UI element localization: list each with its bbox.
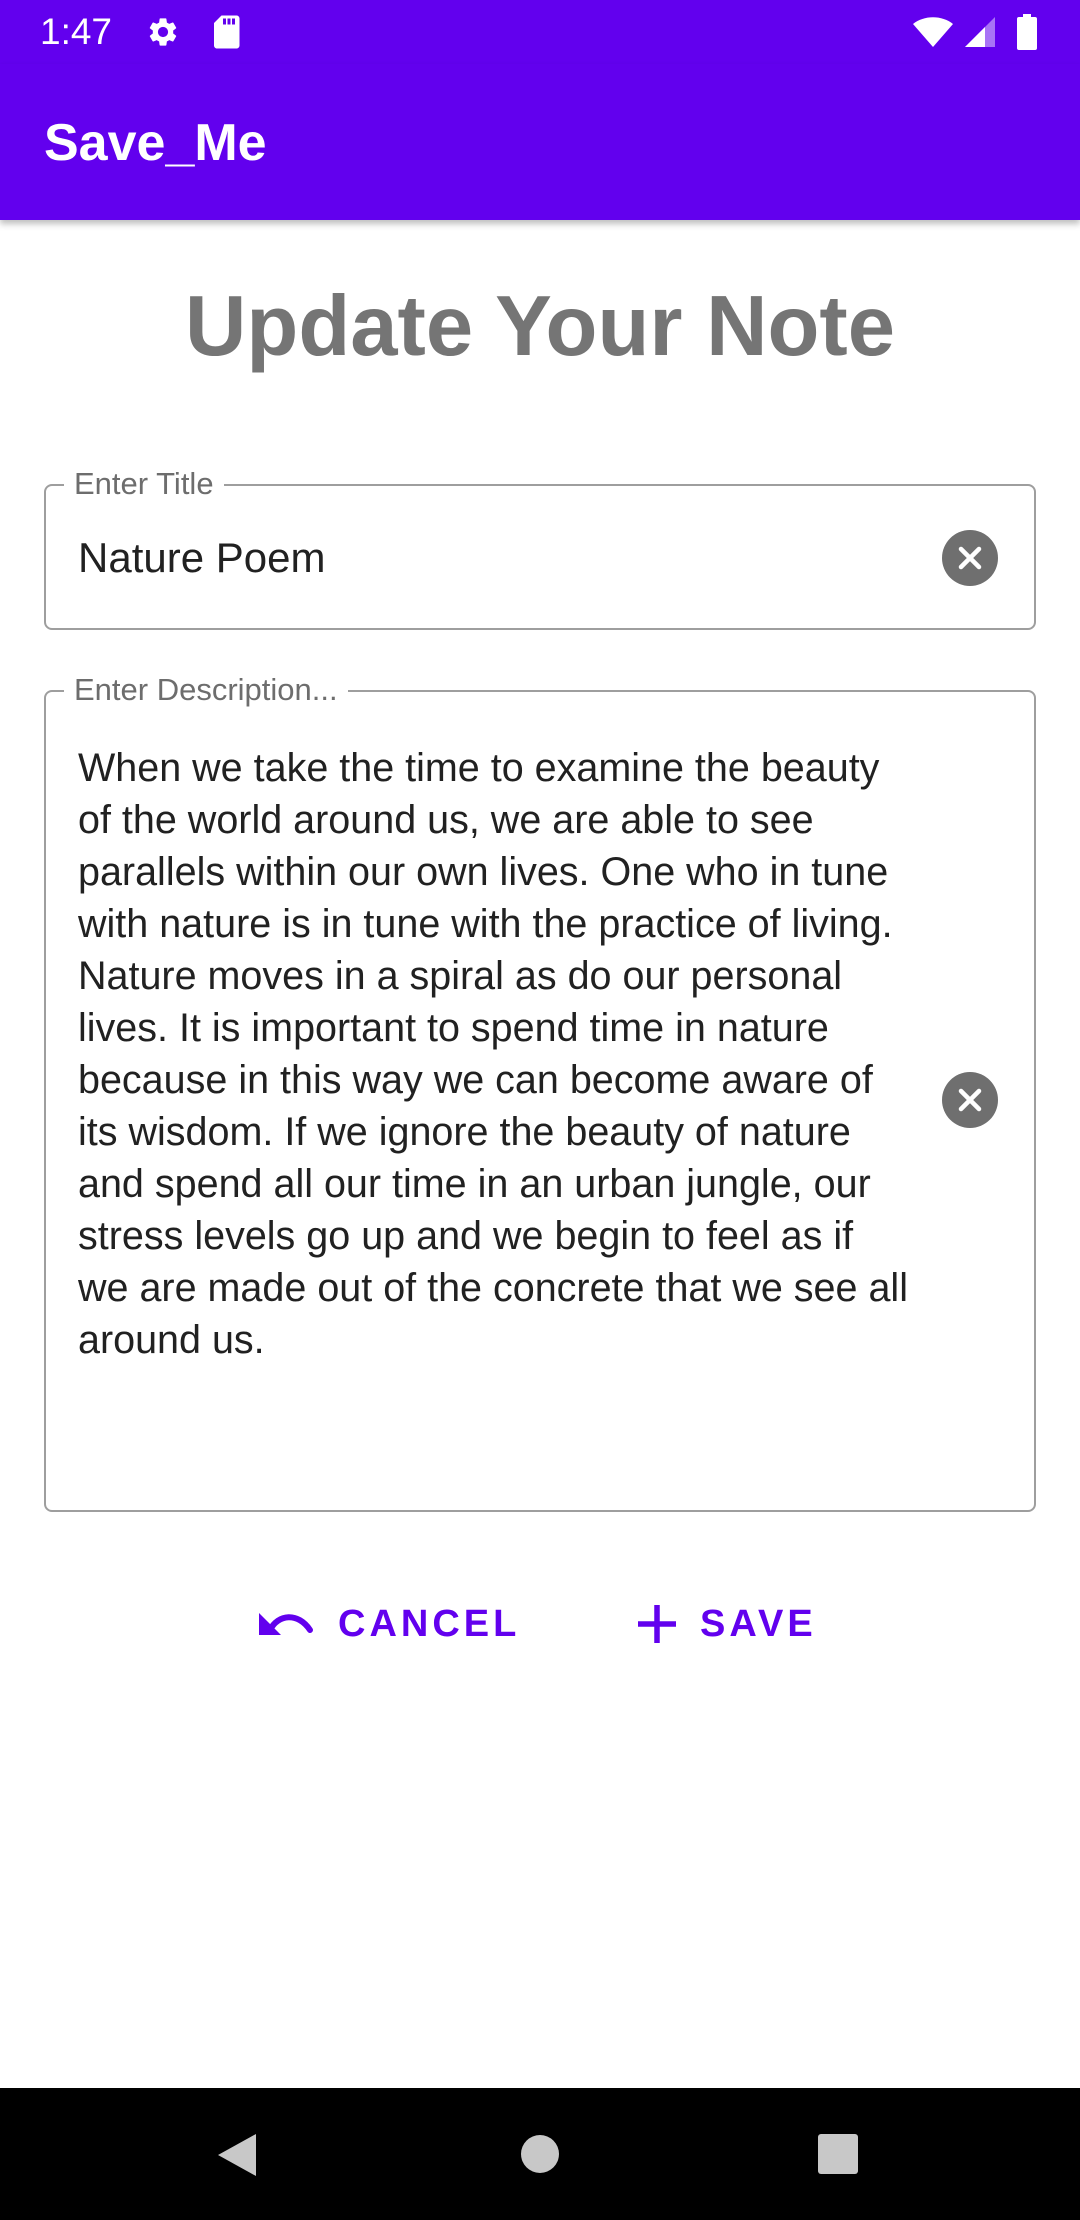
save-button-label: SAVE [700, 1602, 817, 1645]
home-icon[interactable] [520, 2134, 560, 2178]
description-clear-button[interactable] [942, 1072, 998, 1128]
save-button[interactable]: SAVE [636, 1584, 817, 1664]
app-bar: Save_Me [0, 64, 1080, 220]
battery-icon [1016, 14, 1038, 54]
back-icon[interactable] [216, 2132, 258, 2182]
wifi-icon [913, 17, 953, 53]
title-field-label: Enter Title [64, 466, 224, 502]
description-input[interactable]: When we take the time to examine the bea… [78, 742, 908, 1366]
description-field[interactable]: Enter Description... When we take the ti… [44, 672, 1036, 1512]
recents-icon[interactable] [818, 2134, 858, 2178]
app-title: Save_Me [44, 114, 267, 172]
gear-icon [146, 15, 180, 53]
screen: 1:47 Save_Me Update Your Note Enter Titl… [0, 0, 1080, 2220]
clear-icon [958, 546, 982, 570]
sd-card-icon [211, 14, 241, 54]
signal-icon [963, 17, 997, 53]
title-input[interactable]: Nature Poem [78, 532, 325, 584]
status-time: 1:47 [40, 11, 113, 52]
plus-icon [638, 1605, 676, 1643]
navigation-bar [0, 2088, 1080, 2220]
title-field[interactable]: Enter Title Nature Poem [44, 466, 1036, 630]
status-bar: 1:47 [0, 0, 1080, 64]
undo-icon [259, 1613, 313, 1635]
cancel-button[interactable]: CANCEL [256, 1584, 520, 1664]
clear-icon [958, 1088, 982, 1112]
title-clear-button[interactable] [942, 530, 998, 586]
description-field-label: Enter Description... [64, 672, 348, 708]
cancel-button-label: CANCEL [338, 1602, 521, 1645]
page-title: Update Your Note [185, 279, 895, 374]
